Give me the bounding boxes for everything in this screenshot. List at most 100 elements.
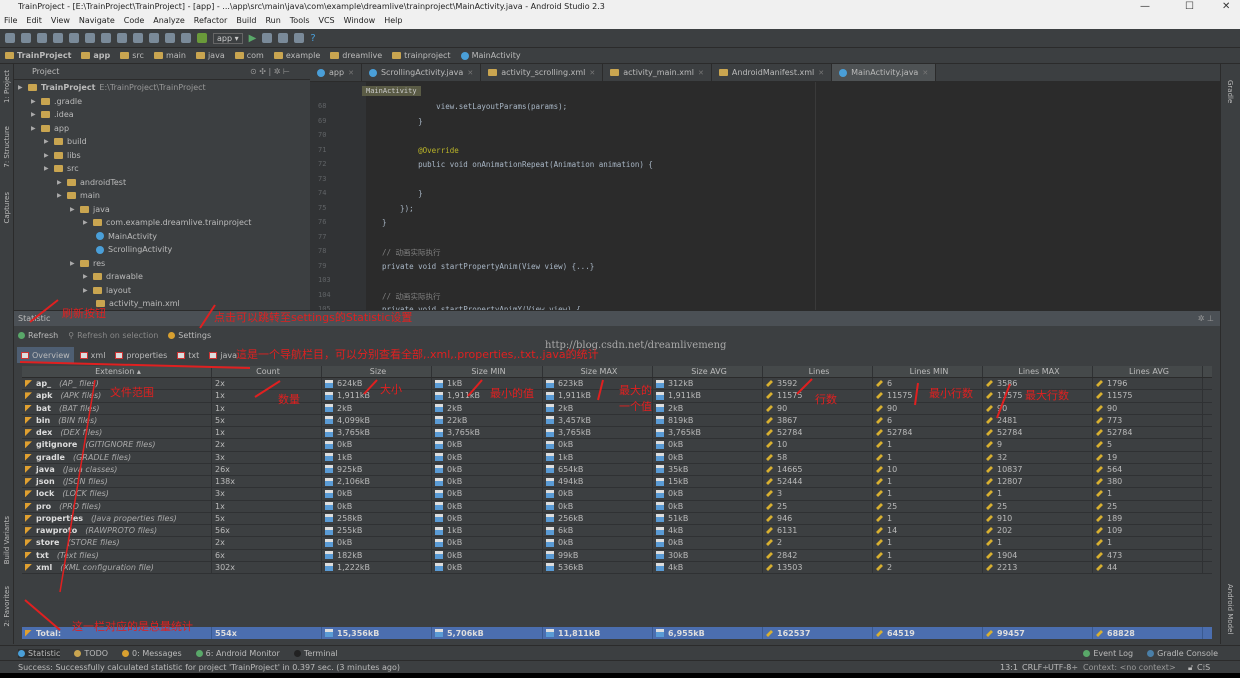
menu-navigate[interactable]: Navigate [79, 13, 115, 29]
run-config-select[interactable]: app ▾ [213, 32, 243, 44]
refresh-on-selection-button[interactable]: ⚲ Refresh on selection [68, 331, 158, 340]
debug-icon[interactable] [262, 33, 273, 43]
android-model-tool-button[interactable]: Android Model [1226, 584, 1234, 634]
column-header[interactable]: Lines MIN [873, 366, 983, 377]
tree-node[interactable]: ▶ main [57, 189, 100, 202]
table-row[interactable]: store (STORE files) 2x 0kB 0kB 0kB 0kB 2 1 1 1 [22, 537, 1212, 550]
expand-arrow-icon[interactable]: ▶ [44, 135, 50, 148]
column-header[interactable]: Lines AVG [1093, 366, 1203, 377]
menu-vcs[interactable]: VCS [319, 13, 335, 29]
tree-node[interactable]: ▶ res [70, 257, 105, 270]
expand-arrow-icon[interactable]: ▶ [70, 257, 76, 270]
tree-node[interactable]: ▶ src [44, 162, 79, 175]
project-tool-button[interactable]: 1: Project [3, 70, 11, 103]
breadcrumb-item[interactable]: src [120, 51, 150, 60]
bottom-tab-android-monitor[interactable]: 6: Android Monitor [195, 649, 280, 658]
breadcrumb-item[interactable]: dreamlive [330, 51, 388, 60]
refresh-button[interactable]: Refresh [18, 331, 58, 340]
breadcrumb-item[interactable]: MainActivity [460, 51, 527, 60]
back-icon[interactable] [165, 33, 175, 43]
settings-button[interactable]: Settings [168, 331, 211, 340]
breadcrumb-item[interactable]: example [273, 51, 326, 60]
table-row[interactable]: rawproto (RAWPROTO files) 56x 255kB 1kB 6kB 4k… [22, 525, 1212, 538]
expand-arrow-icon[interactable]: ▶ [57, 176, 63, 189]
structure-tool-button[interactable]: 7: Structure [3, 126, 11, 168]
column-header[interactable]: Size MIN [432, 366, 543, 377]
redo-icon[interactable] [69, 33, 79, 43]
expand-arrow-icon[interactable]: ▶ [31, 108, 37, 121]
table-row[interactable]: xml (XML configuration file) 302x 1,222kB 0k… [22, 561, 1212, 574]
panel-gear-icon[interactable]: ✲ ⊥ [1198, 311, 1214, 326]
tree-node[interactable]: ▶ build [44, 135, 87, 148]
tree-node[interactable]: ▶ java [70, 203, 110, 216]
editor-tab[interactable]: AndroidManifest.xml ✕ [712, 64, 833, 81]
tree-node[interactable]: ▶ libs [44, 149, 81, 162]
statistic-tab-properties[interactable]: properties [111, 347, 172, 363]
column-header[interactable]: Count [212, 366, 322, 377]
forward-icon[interactable] [181, 33, 191, 43]
statistic-tab-xml[interactable]: xml [75, 347, 110, 363]
tree-node[interactable]: ScrollingActivity [96, 243, 172, 256]
cut-icon[interactable] [85, 33, 95, 43]
favorites-tool-button[interactable]: 2: Favorites [3, 586, 11, 627]
table-row[interactable]: json (JSON files) 138x 2,106kB 0kB 494kB 15kB 5… [22, 476, 1212, 489]
close-tab-icon[interactable]: ✕ [698, 69, 704, 77]
table-row[interactable]: txt (Text files) 6x 182kB 0kB 99kB 30kB 2842 1 19… [22, 549, 1212, 562]
close-button[interactable]: ✕ [1222, 0, 1230, 13]
breadcrumb-item[interactable]: main [153, 51, 192, 60]
table-row[interactable]: java (Java classes) 26x 925kB 0kB 654kB 35kB 14… [22, 463, 1212, 476]
table-row[interactable]: gradle (GRADLE files) 3x 1kB 0kB 1kB 0kB 58 1 32 1… [22, 451, 1212, 464]
tree-node[interactable]: ▶ layout [83, 284, 131, 297]
run-icon[interactable]: ▶ [249, 33, 257, 44]
paste-icon[interactable] [117, 33, 127, 43]
table-row[interactable]: pro (PRO files) 1x 0kB 0kB 0kB 0kB 25 25 25 25 [22, 500, 1212, 513]
close-tab-icon[interactable]: ✕ [348, 69, 354, 77]
editor-tab[interactable]: MainActivity.java ✕ [832, 64, 937, 81]
save-icon[interactable] [21, 33, 31, 43]
total-row[interactable]: Total: 554x 15,356kB 5,706kB 11,811kB 6,955kB… [22, 627, 1212, 639]
statistic-tab-Overview[interactable]: Overview [17, 347, 74, 363]
captures-tool-button[interactable]: Captures [3, 192, 11, 223]
expand-arrow-icon[interactable]: ▶ [31, 122, 37, 135]
menu-window[interactable]: Window [344, 13, 376, 29]
menu-tools[interactable]: Tools [290, 13, 310, 29]
column-header[interactable]: Extension ▴ [22, 366, 212, 377]
expand-arrow-icon[interactable]: ▶ [44, 149, 50, 162]
tree-node[interactable]: ▶ androidTest [57, 176, 126, 189]
column-header[interactable]: Lines [763, 366, 873, 377]
menu-refactor[interactable]: Refactor [194, 13, 228, 29]
menu-build[interactable]: Build [236, 13, 256, 29]
menu-view[interactable]: View [51, 13, 70, 29]
open-icon[interactable] [5, 33, 15, 43]
bottom-tab-messages[interactable]: 0: Messages [122, 649, 182, 658]
sdk-manager-icon[interactable] [294, 33, 305, 43]
breadcrumb-item[interactable]: trainproject [392, 51, 456, 60]
minimize-button[interactable]: — [1140, 0, 1150, 13]
menu-analyze[interactable]: Analyze [153, 13, 185, 29]
column-header[interactable]: Size AVG [653, 366, 763, 377]
menu-edit[interactable]: Edit [26, 13, 42, 29]
expand-arrow-icon[interactable]: ▶ [31, 95, 37, 108]
column-header[interactable]: Size [322, 366, 432, 377]
breadcrumb-item[interactable]: java [195, 51, 231, 60]
gradle-tool-button[interactable]: Gradle [1226, 80, 1234, 103]
maximize-button[interactable]: ☐ [1185, 0, 1194, 13]
menu-run[interactable]: Run [265, 13, 280, 29]
editor-tab[interactable]: activity_scrolling.xml ✕ [481, 64, 604, 81]
editor-tab[interactable]: activity_main.xml ✕ [603, 64, 712, 81]
table-row[interactable]: properties (Java properties files) 5x 258kB… [22, 512, 1212, 525]
column-header[interactable]: Size MAX [543, 366, 653, 377]
project-view-select[interactable]: Project [32, 67, 59, 76]
stop-icon[interactable] [278, 33, 289, 43]
bottom-tab-statistic[interactable]: Statistic [18, 648, 61, 658]
code-editor[interactable]: MainActivity 68 view.setLayoutParams(par… [310, 82, 1220, 314]
expand-arrow-icon[interactable]: ▶ [44, 162, 50, 175]
table-row[interactable]: bat (BAT files) 1x 2kB 2kB 2kB 2kB 90 90 90 90 [22, 402, 1212, 415]
bottom-tab-terminal[interactable]: Terminal [293, 649, 338, 658]
close-tab-icon[interactable]: ✕ [818, 69, 824, 77]
table-row[interactable]: dex (DEX files) 1x 3,765kB 3,765kB 3,765kB 3,7… [22, 427, 1212, 440]
statistic-tab-txt[interactable]: txt [173, 347, 204, 363]
tree-node[interactable]: ▶ .idea [31, 108, 74, 121]
expand-arrow-icon[interactable]: ▶ [83, 270, 89, 283]
editor-breadcrumb[interactable]: MainActivity [362, 86, 421, 96]
